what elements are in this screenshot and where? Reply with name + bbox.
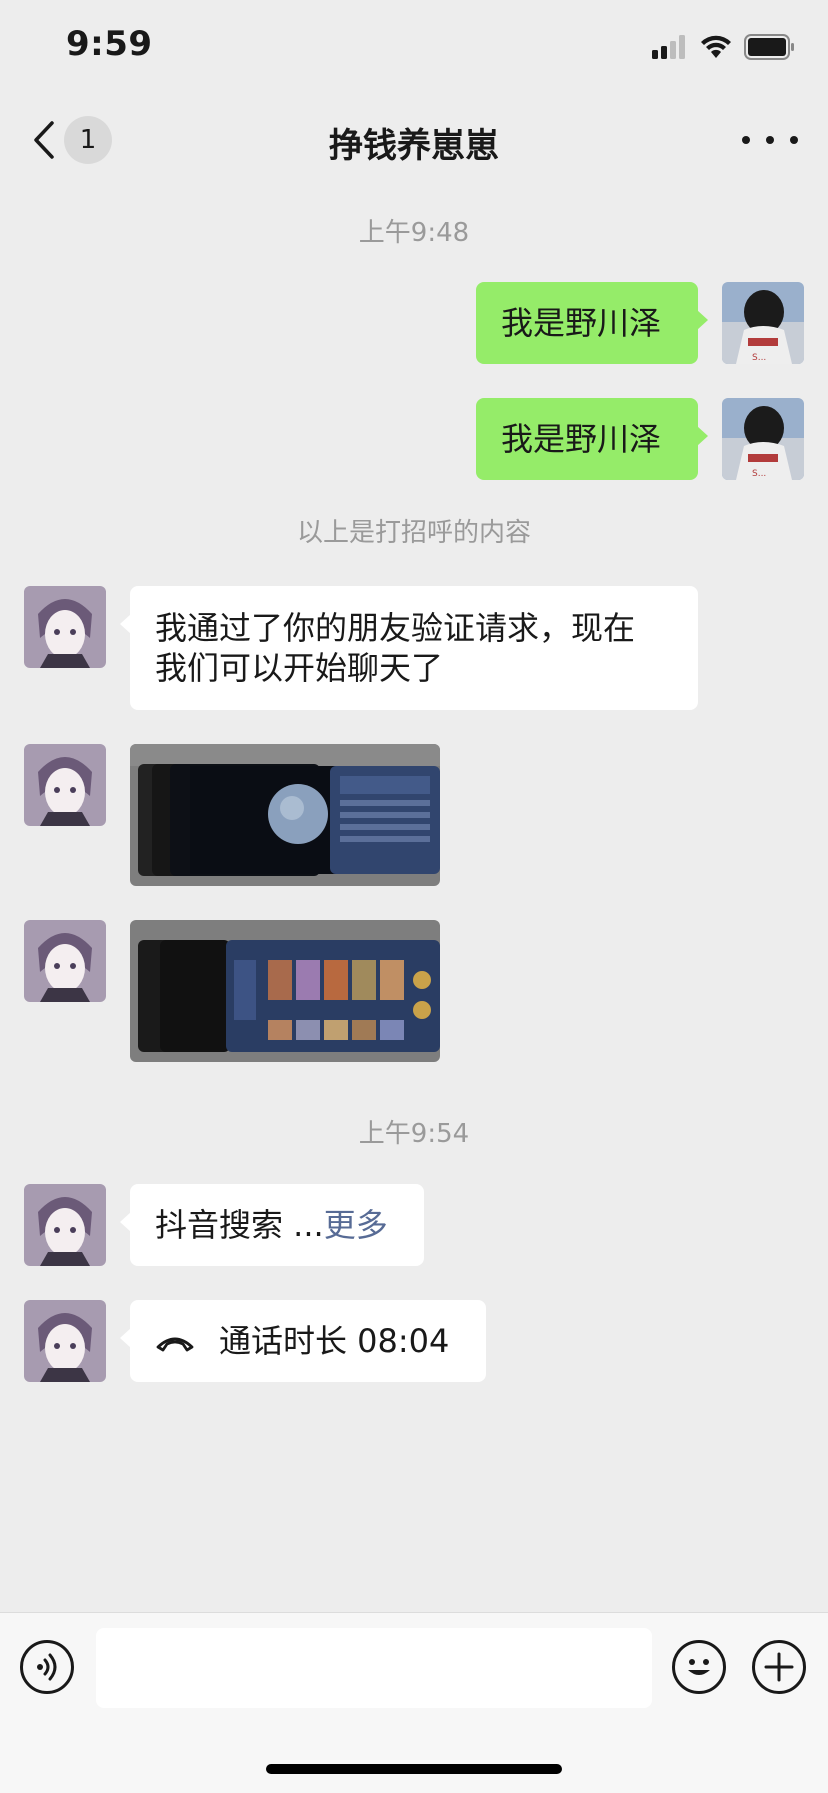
svg-text:S...: S... <box>752 353 766 363</box>
bubble-tail <box>120 1212 131 1232</box>
message-text: 我是野川泽 <box>501 304 662 342</box>
status-icons <box>652 34 796 60</box>
contact-avatar[interactable] <box>24 920 106 1002</box>
message-text: 我是野川泽 <box>501 420 662 458</box>
avatar-image <box>24 1184 106 1266</box>
svg-text:S...: S... <box>752 469 766 479</box>
plus-icon <box>764 1652 794 1682</box>
more-dot <box>790 136 798 144</box>
image-message[interactable] <box>130 744 440 886</box>
message-text: 抖音搜索 ... <box>155 1206 324 1244</box>
more-link[interactable]: 更多 <box>324 1206 388 1244</box>
contact-message-bubble[interactable]: 我通过了你的朋友验证请求，现在 我们可以开始聊天了 <box>120 586 698 710</box>
wifi-icon <box>701 35 731 58</box>
contact-avatar[interactable] <box>24 1300 106 1382</box>
contact-avatar[interactable] <box>24 586 106 668</box>
emoji-button[interactable] <box>672 1640 726 1694</box>
bubble-tail <box>697 310 708 330</box>
battery-icon <box>744 34 794 60</box>
smiley-icon <box>688 1659 710 1675</box>
screenshot-thumbnail <box>130 744 440 886</box>
avatar-image <box>24 1300 106 1382</box>
image-message[interactable] <box>130 920 440 1062</box>
chat-title: 挣钱养崽崽 <box>329 126 499 166</box>
my-avatar[interactable]: S... <box>722 398 804 480</box>
signal-icon <box>652 35 685 59</box>
avatar-image <box>24 920 106 1002</box>
voice-button[interactable] <box>20 1640 74 1694</box>
my-avatar[interactable]: S... <box>722 282 804 364</box>
message-text-line: 我通过了你的朋友验证请求，现在 <box>155 609 636 647</box>
avatar-image <box>24 744 106 826</box>
system-notice: 以上是打招呼的内容 <box>296 518 531 548</box>
message-input[interactable] <box>96 1628 652 1708</box>
home-indicator[interactable] <box>266 1764 562 1774</box>
avatar-image <box>24 586 106 668</box>
avatar-image: S... <box>722 398 804 480</box>
contact-avatar[interactable] <box>24 744 106 826</box>
bubble-tail <box>120 1328 131 1348</box>
call-record-bubble[interactable]: 通话时长 08:04 <box>120 1300 486 1382</box>
status-time: 9:59 <box>66 24 153 64</box>
bubble-tail <box>697 426 708 446</box>
avatar-image: S... <box>722 282 804 364</box>
call-duration-text: 通话时长 08:04 <box>219 1322 450 1360</box>
more-functions-button[interactable] <box>752 1640 806 1694</box>
screenshot-thumbnail <box>130 920 440 1062</box>
bubble-tail <box>120 614 131 634</box>
message-timestamp: 上午9:54 <box>358 1119 470 1149</box>
my-message-bubble[interactable]: 我是野川泽 <box>476 398 708 480</box>
phone-hangup-icon <box>156 1337 194 1352</box>
message-timestamp: 上午9:48 <box>358 218 470 248</box>
more-options-button[interactable] <box>742 124 798 156</box>
my-message-bubble[interactable]: 我是野川泽 <box>476 282 708 364</box>
more-dot <box>766 136 774 144</box>
contact-avatar[interactable] <box>24 1184 106 1266</box>
contact-message-bubble[interactable]: 抖音搜索 ...更多 <box>120 1184 424 1266</box>
voice-icon <box>37 1653 57 1681</box>
message-text-line: 我们可以开始聊天了 <box>155 649 444 687</box>
more-dot <box>742 136 750 144</box>
